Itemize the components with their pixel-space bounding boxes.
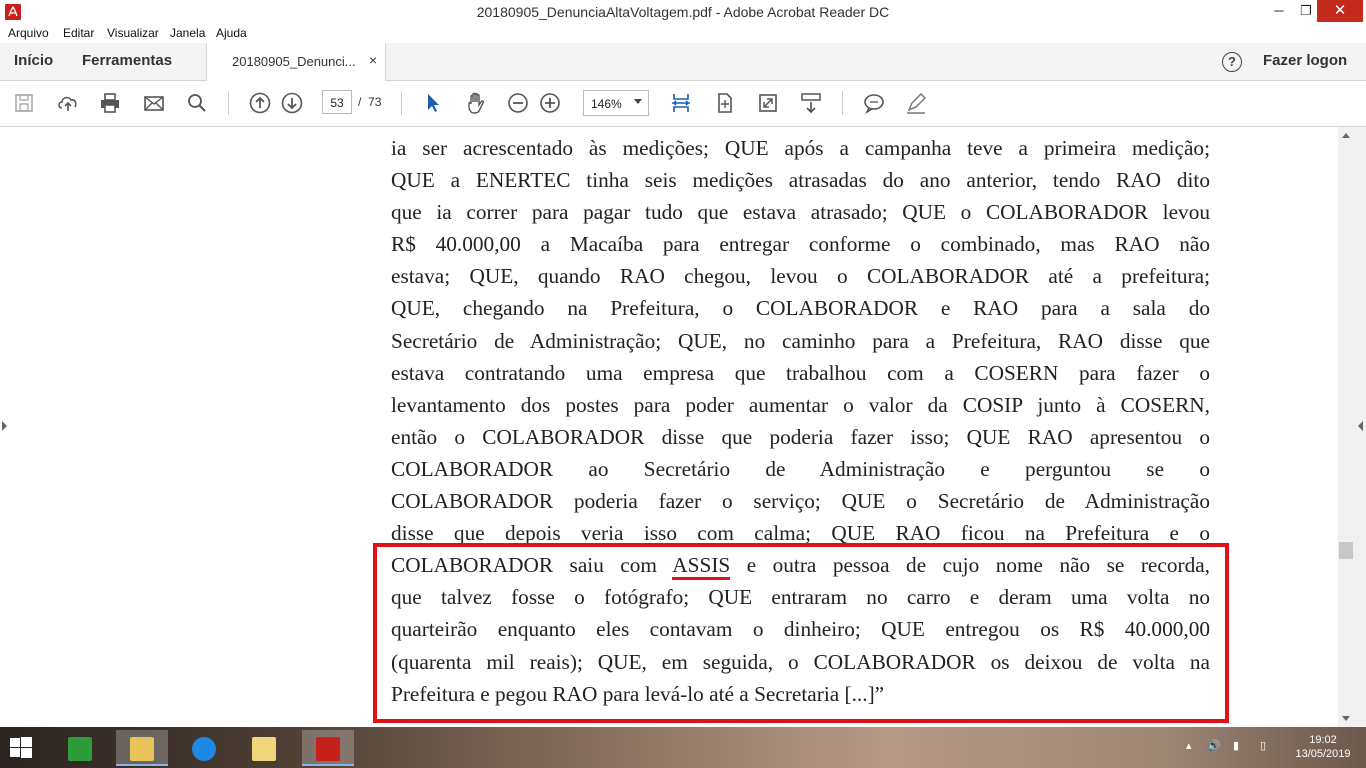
sign-icon[interactable] — [904, 91, 928, 115]
tab-home[interactable]: Início — [14, 52, 53, 69]
red-highlight-box — [373, 543, 1229, 723]
page-total: / 73 — [358, 95, 381, 109]
scroll-up-icon[interactable] — [1342, 133, 1350, 138]
full-screen-icon[interactable] — [756, 91, 780, 115]
volume-icon[interactable]: 🔊 — [1207, 739, 1221, 752]
system-clock[interactable]: 19:02 13/05/2019 — [1290, 733, 1356, 761]
left-panel-toggle-icon[interactable] — [2, 421, 7, 431]
tabs-bar: Início Ferramentas 20180905_Denunci... ×… — [0, 43, 1366, 81]
document-line: que ia correr para pagar tudo que estava… — [391, 200, 1210, 225]
menu-janela[interactable]: Janela — [170, 26, 205, 40]
document-line: então o COLABORADOR disse que poderia fa… — [391, 424, 1210, 449]
upload-icon[interactable] — [56, 91, 80, 115]
save-icon[interactable] — [12, 91, 36, 115]
zoom-out-icon[interactable] — [506, 91, 530, 115]
file-explorer-glyph — [130, 737, 154, 761]
menu-visualizar[interactable]: Visualizar — [107, 26, 159, 40]
search-icon[interactable] — [185, 91, 209, 115]
page-separator: / — [358, 95, 362, 109]
menu-arquivo[interactable]: Arquivo — [8, 26, 49, 40]
menu-bar: Arquivo Editar Visualizar Janela Ajuda — [0, 24, 1366, 43]
clock-date: 13/05/2019 — [1295, 748, 1351, 760]
select-cursor-icon[interactable] — [421, 91, 445, 115]
store-icon[interactable] — [54, 730, 106, 766]
acrobat-icon[interactable] — [302, 730, 354, 766]
prev-page-icon[interactable] — [248, 91, 272, 115]
document-line: Secretário de Administração; QUE, no cam… — [391, 328, 1210, 353]
document-viewer[interactable]: ia ser acrescentado às medições; QUE apó… — [0, 127, 1338, 727]
folder-icon[interactable] — [238, 730, 290, 766]
tab-document[interactable]: 20180905_Denunci... × — [206, 43, 386, 81]
toolbar: 53 / 73 146% — [0, 81, 1366, 127]
folder-glyph — [252, 737, 276, 761]
zoom-value: 146% — [591, 97, 622, 111]
document-line: QUE a ENERTEC tinha seis medições atrasa… — [391, 168, 1210, 193]
fit-page-icon[interactable] — [713, 91, 737, 115]
document-line: levantamento dos postes para poder aumen… — [391, 392, 1210, 417]
document-line: QUE, chegando na Prefeitura, o COLABORAD… — [391, 296, 1210, 321]
zoom-in-icon[interactable] — [538, 91, 562, 115]
scrollbar-thumb[interactable] — [1339, 542, 1353, 559]
page-number-input[interactable]: 53 — [322, 90, 352, 114]
fit-width-icon[interactable] — [669, 91, 693, 115]
document-line: estava contratando uma empresa que traba… — [391, 360, 1210, 385]
next-page-icon[interactable] — [280, 91, 304, 115]
tray-overflow-icon[interactable]: ▴ — [1186, 739, 1192, 752]
help-icon[interactable]: ? — [1222, 52, 1242, 72]
document-line: COLABORADOR poderia fazer o serviço; QUE… — [391, 489, 1210, 514]
toolbar-separator — [401, 91, 402, 115]
taskbar: ▴ 🔊 ▮ ▯ 19:02 13/05/2019 — [0, 727, 1366, 768]
menu-editar[interactable]: Editar — [63, 26, 94, 40]
scroll-down-icon[interactable] — [1342, 716, 1350, 721]
document-line: COLABORADOR ao Secretário de Administraç… — [391, 456, 1210, 481]
scroll-mode-icon[interactable] — [799, 91, 823, 115]
menu-ajuda[interactable]: Ajuda — [216, 26, 247, 40]
vertical-scrollbar[interactable] — [1338, 127, 1354, 727]
title-bar: 20180905_DenunciaAltaVoltagem.pdf - Adob… — [0, 0, 1366, 24]
internet-explorer-glyph — [192, 737, 216, 761]
file-explorer-icon[interactable] — [116, 730, 168, 766]
login-button[interactable]: Fazer logon — [1263, 52, 1347, 69]
document-line: ia ser acrescentado às medições; QUE apó… — [391, 136, 1210, 160]
chevron-down-icon — [634, 99, 642, 104]
windows-start-icon[interactable] — [10, 737, 32, 759]
battery-icon[interactable]: ▯ — [1260, 739, 1266, 752]
close-button[interactable]: ✕ — [1317, 0, 1363, 22]
running-indicator — [302, 764, 354, 766]
acrobat-glyph — [316, 737, 340, 761]
clock-time: 19:02 — [1309, 734, 1337, 746]
comment-icon[interactable] — [862, 91, 886, 115]
running-indicator — [116, 764, 168, 766]
network-icon[interactable]: ▮ — [1233, 739, 1239, 752]
document-line: estava; QUE, quando RAO chegou, levou o … — [391, 264, 1210, 289]
print-icon[interactable] — [98, 91, 122, 115]
document-line: R$ 40.000,00 a Macaíba para entregar con… — [391, 232, 1210, 257]
tab-close-icon[interactable]: × — [369, 52, 377, 68]
tab-document-label: 20180905_Denunci... — [232, 54, 356, 69]
store-glyph — [68, 737, 92, 761]
hand-icon[interactable] — [464, 91, 488, 115]
right-panel-toggle-icon[interactable] — [1358, 421, 1363, 431]
tab-tools[interactable]: Ferramentas — [82, 52, 172, 69]
email-icon[interactable] — [142, 91, 166, 115]
zoom-select[interactable]: 146% — [583, 90, 649, 116]
page-count: 73 — [368, 95, 382, 109]
internet-explorer-icon[interactable] — [178, 730, 230, 766]
toolbar-separator — [228, 91, 229, 115]
toolbar-separator — [842, 91, 843, 115]
window-title: 20180905_DenunciaAltaVoltagem.pdf - Adob… — [476, 4, 890, 20]
